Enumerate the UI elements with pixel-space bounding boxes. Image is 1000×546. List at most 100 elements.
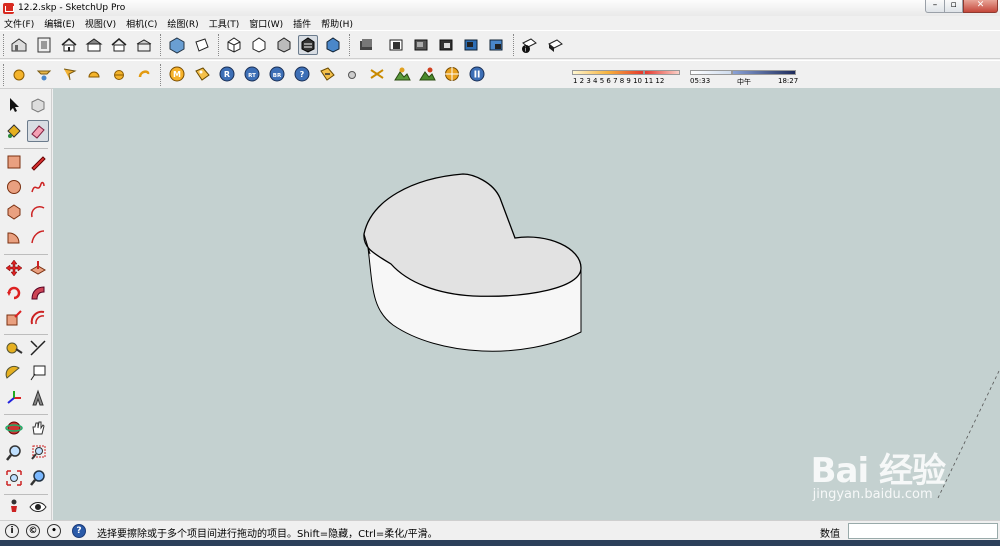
geo-location-icon[interactable]: i (5, 524, 19, 538)
scissors-icon (370, 69, 384, 79)
credits-icon[interactable]: © (26, 524, 40, 538)
menu-help[interactable]: 帮助(H) (321, 17, 353, 30)
push-pull-button[interactable] (27, 257, 49, 279)
menu-file[interactable]: 文件(F) (4, 17, 34, 30)
axes-tool-button[interactable] (3, 387, 25, 409)
tag-icon (195, 67, 210, 81)
dome-tool-button[interactable] (84, 64, 104, 84)
freehand-tool-button[interactable] (27, 176, 49, 198)
menu-draw[interactable]: 绘图(R) (167, 17, 198, 30)
polygon-tool-button[interactable] (3, 201, 25, 223)
instructor-help-icon[interactable]: ? (72, 524, 86, 538)
scale-tool-button[interactable] (3, 307, 25, 329)
house-view-1-button[interactable] (59, 35, 79, 55)
tag-tool-button[interactable] (192, 64, 212, 84)
window-title: 12.2.skp - SketchUp Pro (18, 3, 126, 13)
pause-button[interactable] (467, 64, 487, 84)
follow-me-button[interactable] (27, 282, 49, 304)
pan-tool-button[interactable] (27, 417, 49, 439)
position-camera-button[interactable] (3, 496, 25, 518)
shaded-button[interactable] (298, 35, 318, 55)
line-tool-button[interactable] (27, 151, 49, 173)
menu-plugins[interactable]: 插件 (293, 17, 311, 30)
ruby-rt-button[interactable]: RT (242, 64, 262, 84)
location-tool-button[interactable] (34, 64, 54, 84)
iso-view-button[interactable] (167, 35, 187, 55)
menu-window[interactable]: 窗口(W) (249, 17, 283, 30)
hidden-line-button[interactable] (274, 35, 294, 55)
style-5-button[interactable] (486, 35, 506, 55)
two-point-arc-button[interactable] (27, 226, 49, 248)
key-tool-button[interactable] (317, 64, 337, 84)
rectangle-tool-button[interactable] (3, 151, 25, 173)
get-models-button[interactable] (9, 35, 29, 55)
measurements-input[interactable] (848, 523, 998, 539)
menu-camera[interactable]: 相机(C) (126, 17, 157, 30)
zoom-tool-button[interactable] (3, 442, 25, 464)
scissors-tool-button[interactable] (367, 64, 387, 84)
watermark-logo: Bai 经验 (810, 451, 946, 491)
look-around-button[interactable] (27, 496, 49, 518)
arc-tool-button[interactable] (27, 201, 49, 223)
share-model-button[interactable] (34, 35, 54, 55)
hand-icon (32, 421, 45, 435)
target-tool-button[interactable] (442, 64, 462, 84)
sphere-tool-button[interactable] (9, 64, 29, 84)
menu-view[interactable]: 视图(V) (85, 17, 116, 30)
half-sphere-tool-button[interactable] (109, 64, 129, 84)
rotate-tool-button[interactable] (3, 282, 25, 304)
shaded-textures-button[interactable] (323, 35, 343, 55)
flag-tool-button[interactable] (59, 64, 79, 84)
xray-button[interactable] (224, 35, 244, 55)
text-tool-button[interactable] (27, 362, 49, 384)
menu-edit[interactable]: 编辑(E) (44, 17, 75, 30)
menu-tools[interactable]: 工具(T) (209, 17, 240, 30)
zoom-extents-button[interactable] (3, 467, 25, 489)
circle-tool-button[interactable] (3, 176, 25, 198)
zoom-window-button[interactable] (27, 442, 49, 464)
landscape-tool-1-button[interactable] (392, 64, 412, 84)
torus-tool-button[interactable] (134, 64, 154, 84)
shaded-textures-icon (326, 37, 340, 53)
wireframe-button[interactable] (249, 35, 269, 55)
ruby-m-button[interactable]: M (167, 64, 187, 84)
ruby-br-button[interactable]: BR (267, 64, 287, 84)
house-view-3-button[interactable] (109, 35, 129, 55)
maximize-button[interactable]: ▫ (944, 0, 963, 13)
tape-measure-button[interactable] (3, 337, 25, 359)
style-box-icon (389, 39, 403, 51)
protractor-button[interactable] (3, 362, 25, 384)
modeling-viewport[interactable]: Bai 经验 jingyan.baidu.com (53, 88, 1000, 520)
style-1-button[interactable] (386, 35, 406, 55)
ruby-r-button[interactable]: R (217, 64, 237, 84)
dimension-tool-button[interactable] (27, 337, 49, 359)
top-view-button[interactable] (192, 35, 212, 55)
pie-tool-button[interactable] (3, 226, 25, 248)
house-view-4-button[interactable] (134, 35, 154, 55)
user-icon[interactable]: • (47, 524, 61, 538)
style-4-button[interactable] (461, 35, 481, 55)
select-tool-button[interactable] (3, 94, 25, 116)
minimize-button[interactable]: – (925, 0, 945, 13)
eraser-tool-button[interactable] (27, 120, 49, 142)
axis-guide-line (937, 370, 1000, 499)
close-button[interactable]: ✕ (963, 0, 998, 13)
offset-tool-button[interactable] (27, 307, 49, 329)
plugin-help-button[interactable]: ? (292, 64, 312, 84)
3d-text-button[interactable] (27, 387, 49, 409)
hidden-line-icon (277, 37, 291, 53)
landscape-tool-2-button[interactable] (417, 64, 437, 84)
move-tool-button[interactable] (3, 257, 25, 279)
make-component-button[interactable] (27, 94, 49, 116)
house-view-2-button[interactable] (84, 35, 104, 55)
toolbar-grip (349, 34, 352, 56)
orbit-tool-button[interactable] (3, 417, 25, 439)
style-3-button[interactable] (436, 35, 456, 55)
style-2-button[interactable] (411, 35, 431, 55)
paint-bucket-button[interactable] (3, 120, 25, 142)
shadow-info-button[interactable]: i (519, 35, 539, 55)
small-sphere-button[interactable] (342, 64, 362, 84)
display-shadows-button[interactable] (545, 35, 565, 55)
section-plane-button[interactable] (356, 35, 376, 55)
previous-view-button[interactable] (27, 467, 49, 489)
